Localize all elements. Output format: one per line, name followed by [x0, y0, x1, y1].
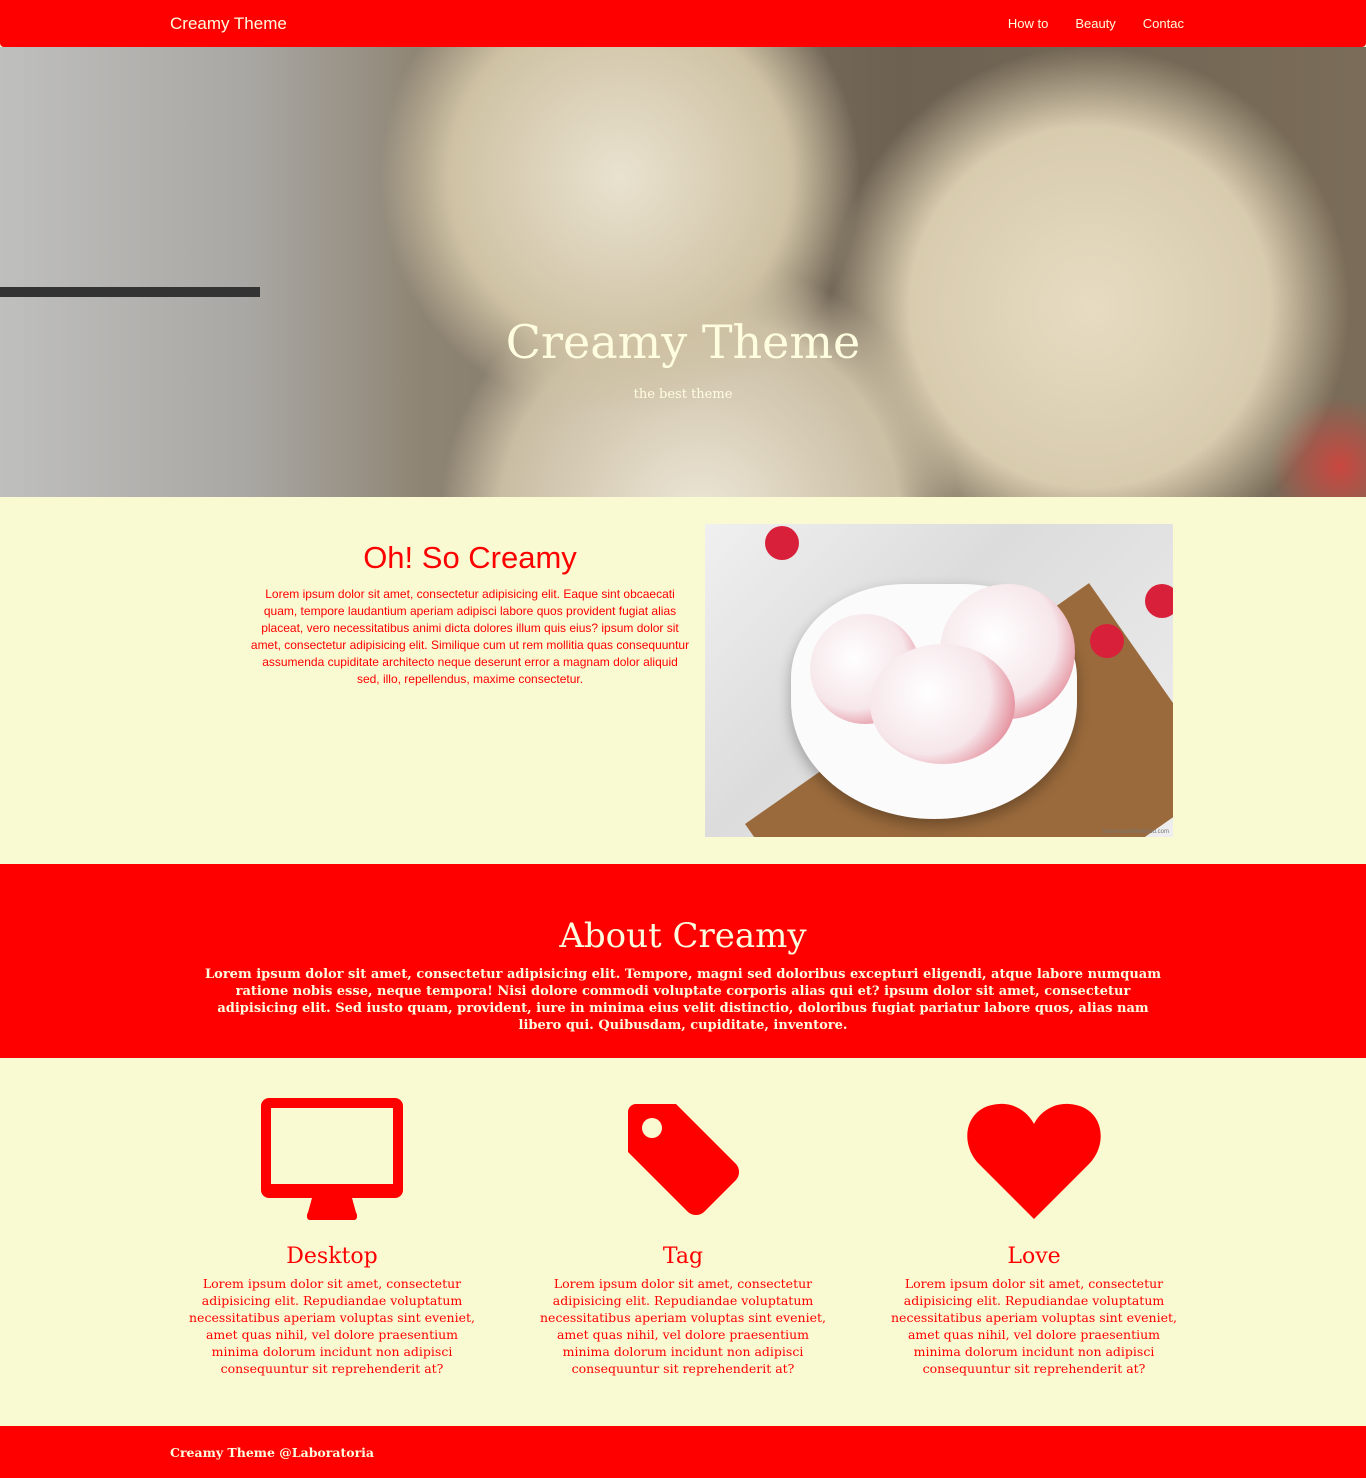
- feature-body: Lorem ipsum dolor sit amet, consectetur …: [891, 1276, 1177, 1376]
- scoop: [870, 644, 1015, 764]
- navbar: Creamy Theme How to Beauty Contac: [0, 0, 1366, 47]
- features-section: Desktop Lorem ipsum dolor sit amet, cons…: [0, 1058, 1366, 1426]
- feature-tag: Tag Lorem ipsum dolor sit amet, consecte…: [515, 1094, 851, 1386]
- nav-link-how-to[interactable]: How to: [1008, 16, 1048, 31]
- feature-body: Lorem ipsum dolor sit amet, consectetur …: [189, 1276, 475, 1376]
- about-body: Lorem ipsum dolor sit amet, consectetur …: [205, 967, 1161, 1033]
- heart-icon: [967, 1103, 1101, 1219]
- nav-link-beauty[interactable]: Beauty: [1075, 16, 1115, 31]
- nav-links: How to Beauty Contac: [1008, 16, 1184, 31]
- footer-text: Creamy Theme @Laboratoria: [170, 1444, 374, 1460]
- hero-banner: Creamy Theme the best theme: [0, 47, 1366, 497]
- hero-subtitle: the best theme: [633, 387, 733, 402]
- photo-credit: twopeasandtheirpod.com: [1101, 829, 1169, 835]
- raspberry: [1145, 584, 1173, 618]
- desktop-icon: [261, 1098, 403, 1220]
- raspberry: [1090, 624, 1124, 658]
- ice-cream-photo: twopeasandtheirpod.com: [705, 524, 1173, 837]
- feature-title: Desktop: [286, 1244, 378, 1269]
- footer: Creamy Theme @Laboratoria: [0, 1426, 1366, 1478]
- raspberry: [765, 526, 799, 560]
- brand-link[interactable]: Creamy Theme: [170, 14, 287, 34]
- feature-title: Love: [1007, 1244, 1061, 1269]
- tag-icon: [628, 1104, 740, 1216]
- feature-desktop: Desktop Lorem ipsum dolor sit amet, cons…: [164, 1094, 500, 1386]
- feature-body: Lorem ipsum dolor sit amet, consectetur …: [540, 1276, 826, 1376]
- hero-image-detail: [0, 287, 260, 297]
- intro-heading: Oh! So Creamy: [363, 540, 577, 575]
- about-section: About Creamy Lorem ipsum dolor sit amet,…: [0, 864, 1366, 1058]
- hero-title: Creamy Theme: [505, 315, 861, 369]
- intro-body: Lorem ipsum dolor sit amet, consectetur …: [250, 587, 690, 686]
- feature-title: Tag: [662, 1244, 704, 1269]
- feature-love: Love Lorem ipsum dolor sit amet, consect…: [866, 1094, 1202, 1386]
- about-heading: About Creamy: [559, 916, 807, 956]
- nav-link-contact[interactable]: Contac: [1143, 16, 1184, 31]
- intro-section: Oh! So Creamy Lorem ipsum dolor sit amet…: [0, 497, 1366, 864]
